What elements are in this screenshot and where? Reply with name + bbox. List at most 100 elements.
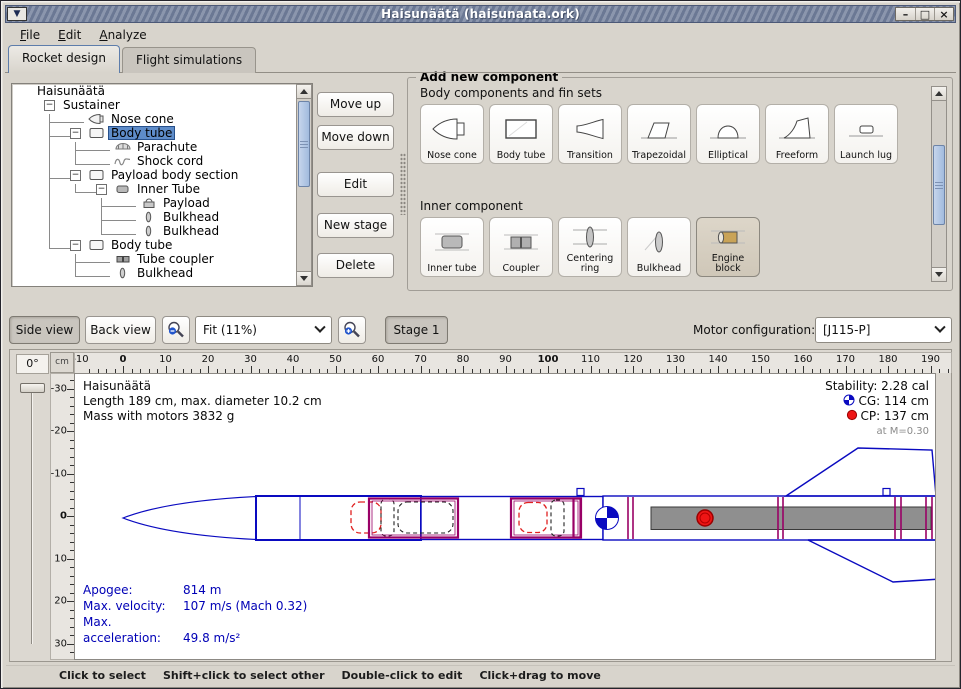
mach-condition: at M=0.30 [825,424,929,439]
tree-scrollbar-thumb[interactable] [298,101,310,187]
chevron-down-icon [314,322,325,333]
tree-expander-icon[interactable]: − [70,170,81,181]
component-button-transition[interactable]: Transition [558,104,622,164]
tree-item-label[interactable]: Payload [160,197,213,209]
component-button-bulkhead[interactable]: Bulkhead [627,217,691,277]
parachute-icon [114,141,132,153]
window-menu-icon[interactable]: ▼ [7,7,27,21]
tree-item-label[interactable]: Nose cone [108,113,177,125]
tree-item-bulkhead[interactable]: Bulkhead [12,210,296,224]
component-button-centering-ring[interactable]: Centering ring [558,217,622,277]
side-view-button[interactable]: Side view [9,316,80,344]
tree-expander-icon[interactable]: − [70,240,81,251]
rotation-angle-display[interactable]: 0° [16,354,49,374]
tree-item-label[interactable]: Haisunäätä [34,85,108,97]
cg-value: CG: 114 cm [858,394,929,408]
cg-row: CG: 114 cm [825,394,929,409]
tree-item-label[interactable]: Body tube [108,126,175,140]
component-tree-panel: Haisunäätä−SustainerNose cone−Body tubeP… [11,83,313,287]
component-tree[interactable]: Haisunäätä−SustainerNose cone−Body tubeP… [12,84,296,286]
scroll-up-icon[interactable] [932,87,946,101]
component-button-coupler[interactable]: Coupler [489,217,553,277]
tree-item-label[interactable]: Parachute [134,141,200,153]
scroll-up-icon[interactable] [297,85,311,99]
menu-file[interactable]: File [11,26,49,44]
tree-item-sustainer[interactable]: −Sustainer [12,98,296,112]
tree-item-label[interactable]: Shock cord [134,155,206,167]
menu-edit[interactable]: Edit [49,26,90,44]
scroll-down-icon[interactable] [932,267,946,281]
scroll-down-icon[interactable] [297,271,311,285]
rotation-slider-handle[interactable] [20,383,45,393]
body-components-label: Body components and fin sets [420,86,602,100]
menu-analyze[interactable]: Analyze [90,26,155,44]
status-bar: Click to select Shift+click to select ot… [6,665,955,685]
component-button-trapezoidal[interactable]: Trapezoidal [627,104,691,164]
add-component-scrollbar[interactable] [931,86,947,282]
tree-item-nose-cone[interactable]: Nose cone [12,112,296,126]
rocket-figure-panel: 0° cm -100102030405060708090100110120130… [9,349,952,662]
tree-item-haisun-t-[interactable]: Haisunäätä [12,84,296,98]
component-button-body-tube[interactable]: Body tube [489,104,553,164]
tree-item-label[interactable]: Body tube [108,239,175,251]
tree-item-bulkhead[interactable]: Bulkhead [12,266,296,280]
component-button-label: Coupler [503,264,540,274]
tree-item-label[interactable]: Payload body section [108,169,241,181]
tree-item-parachute[interactable]: Parachute [12,140,296,154]
rocket-canvas[interactable]: Haisunäätä Length 189 cm, max. diameter … [74,373,936,660]
tree-item-shock-cord[interactable]: Shock cord [12,154,296,168]
hint-double-click: Double-click to edit [342,669,463,682]
tree-expander-icon[interactable]: − [44,100,55,111]
move-up-button[interactable]: Move up [317,92,394,117]
tree-item-label[interactable]: Bulkhead [134,267,196,279]
tree-item-body-tube[interactable]: − Body tube [12,238,296,252]
tree-scrollbar[interactable] [296,84,312,286]
component-button-freeform[interactable]: Freeform [765,104,829,164]
minimize-button[interactable]: – [896,8,915,20]
tree-expander-icon[interactable]: − [70,128,81,139]
component-button-label: Inner tube [427,264,476,274]
component-button-engine-block[interactable]: Engine block [696,217,760,277]
tree-item-tube-coupler[interactable]: Tube coupler [12,252,296,266]
tree-item-body-tube[interactable]: − Body tube [12,126,296,140]
horizontal-ruler: -100102030405060708090100110120130140150… [74,352,952,373]
tree-item-label[interactable]: Tube coupler [134,253,217,265]
component-button-nose-cone[interactable]: Nose cone [420,104,484,164]
tree-item-label[interactable]: Sustainer [60,99,123,111]
cp-value: CP: 137 cm [861,409,929,423]
tab-rocket-design[interactable]: Rocket design [8,45,120,73]
zoom-out-button[interactable] [162,316,190,344]
tree-item-payload[interactable]: Payload [12,196,296,210]
main-window: ▼ Haisunäätä (haisunaata.ork) – □ × File… [0,0,961,689]
component-button-launch-lug[interactable]: Launch lug [834,104,898,164]
tree-item-label[interactable]: Bulkhead [160,225,222,237]
tree-guide-line [101,234,136,235]
tab-flight-simulations[interactable]: Flight simulations [122,47,256,73]
component-button-inner-tube[interactable]: Inner tube [420,217,484,277]
motor-configuration-select[interactable]: [J115-P] [815,317,952,343]
body-tube-icon [499,115,543,143]
close-button[interactable]: × [934,8,953,20]
delete-button[interactable]: Delete [317,253,394,278]
maximize-button[interactable]: □ [915,8,934,20]
tree-item-payload-body-section[interactable]: − Payload body section [12,168,296,182]
back-view-button[interactable]: Back view [85,316,156,344]
tree-item-inner-tube[interactable]: − Inner Tube [12,182,296,196]
edit-button[interactable]: Edit [317,172,394,197]
stage-1-toggle[interactable]: Stage 1 [385,316,448,344]
move-down-button[interactable]: Move down [317,125,394,150]
zoom-in-button[interactable] [338,316,366,344]
tree-expander-icon[interactable]: − [96,184,107,195]
zoom-level-select[interactable]: Fit (11%) [195,316,332,344]
add-component-scrollbar-thumb[interactable] [933,145,945,225]
tree-item-label[interactable]: Inner Tube [134,183,203,195]
component-button-elliptical[interactable]: Elliptical [696,104,760,164]
component-button-label: Launch lug [840,151,892,161]
splitter-handle[interactable] [400,153,406,215]
coupler-icon [114,253,132,265]
tree-item-bulkhead[interactable]: Bulkhead [12,224,296,238]
tree-item-label[interactable]: Bulkhead [160,211,222,223]
engine-block-icon [706,223,750,251]
new-stage-button[interactable]: New stage [317,213,394,238]
tree-guide-line [101,220,136,221]
